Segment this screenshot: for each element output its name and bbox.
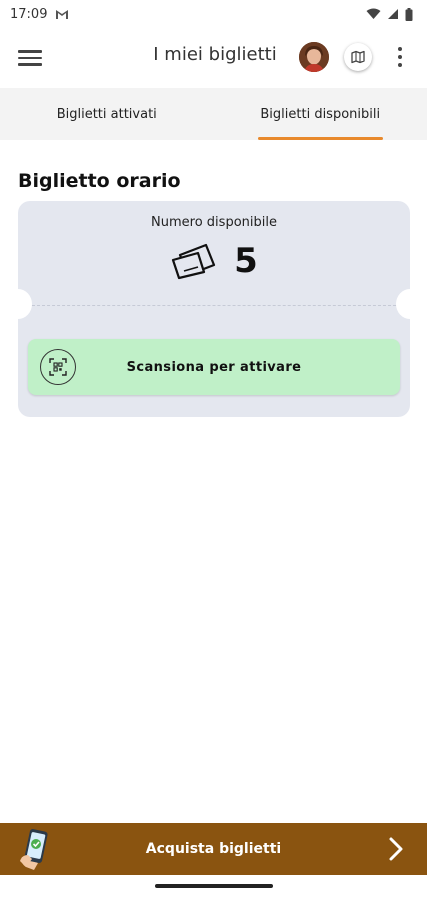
avatar-image [299,42,329,72]
battery-icon [405,7,413,21]
tab-biglietti-disponibili[interactable]: Biglietti disponibili [214,88,427,140]
page-title: I miei biglietti [153,44,277,65]
tickets-icon [172,243,216,280]
available-count-value: 5 [234,241,258,281]
wifi-icon [366,8,381,19]
signal-icon [388,9,398,19]
chevron-right-icon [389,837,403,861]
available-count-label: Numero disponibile [151,215,277,230]
menu-icon[interactable] [18,46,42,70]
ticket-notch-left [18,289,32,319]
section-title: Biglietto orario [18,170,181,192]
tab-label: Biglietti attivati [56,106,157,122]
scan-button-label: Scansiona per attivare [126,359,302,375]
buy-tickets-label: Acquista biglietti [145,841,282,857]
gmail-notification-icon [56,9,69,19]
tab-bar: Biglietti attivati Biglietti disponibili [0,88,427,140]
tab-label: Biglietti disponibili [260,106,381,122]
tab-biglietti-attivati[interactable]: Biglietti attivati [0,88,214,140]
scan-to-activate-button[interactable]: Scansiona per attivare [28,339,400,395]
gesture-nav-handle[interactable] [155,884,273,888]
status-left: 17:09 [10,7,69,22]
status-right [366,7,413,21]
buy-tickets-button[interactable]: Acquista biglietti [0,823,427,875]
status-bar: 17:09 [0,0,427,28]
map-button[interactable] [344,43,372,71]
ticket-notch-right [396,289,410,319]
available-count-row: 5 [18,241,410,281]
more-vert-icon[interactable] [392,45,408,69]
ticket-perforation [32,305,396,306]
avatar[interactable] [299,42,329,72]
status-time: 17:09 [10,6,48,22]
ticket-card: Numero disponibile 5 Scansiona per attiv… [18,201,410,417]
app-bar: I miei biglietti [0,28,427,88]
map-icon [351,50,365,64]
